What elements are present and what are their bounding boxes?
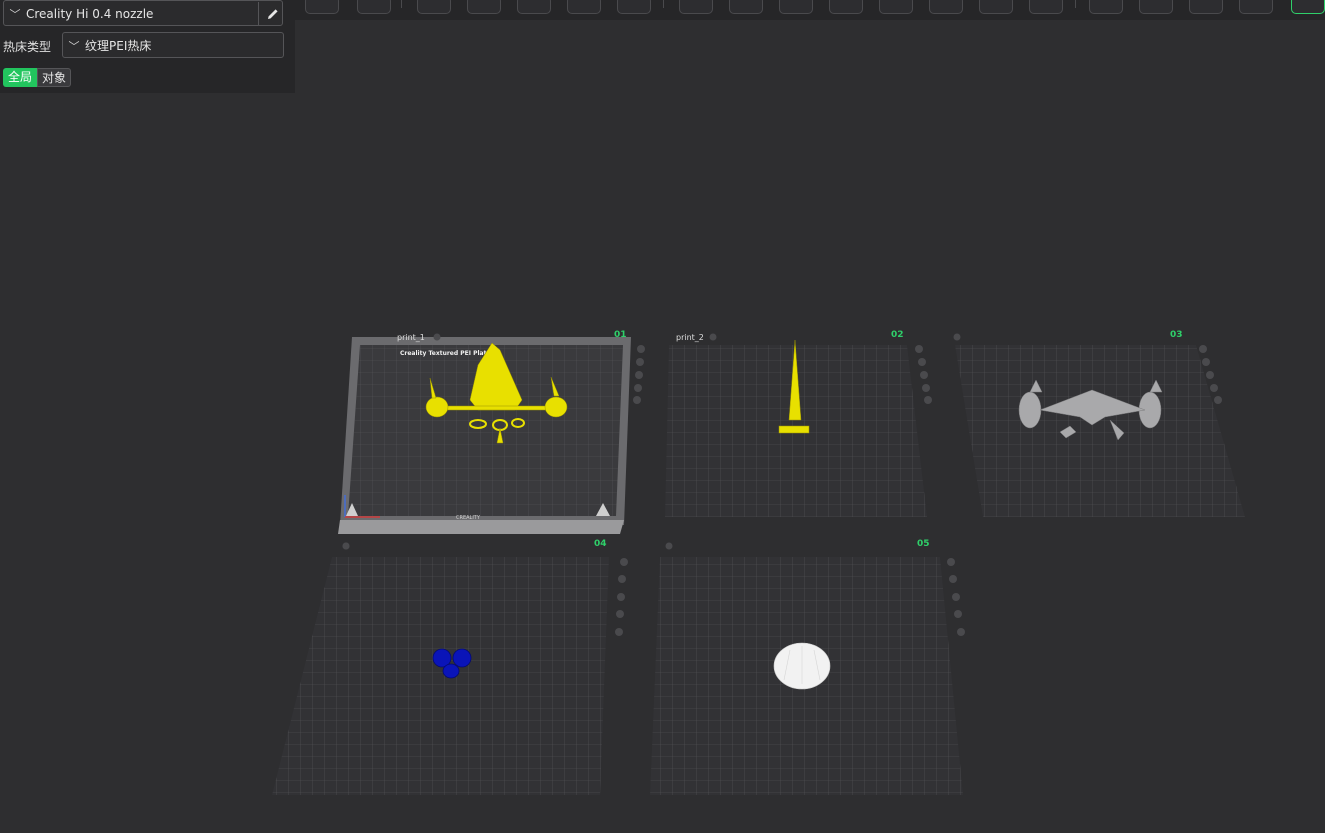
bed-brand-text: Creality Textured PEI Plate [400, 350, 491, 357]
plate-number: 01 [614, 330, 627, 340]
pencil-icon [268, 9, 278, 19]
scope-global-toggle[interactable]: 全局 [3, 68, 37, 87]
layout-icon[interactable] [567, 0, 601, 14]
plate-actions[interactable] [615, 558, 628, 636]
scale-icon[interactable] [779, 0, 813, 14]
keyboard-icon[interactable] [357, 0, 391, 14]
plate-lock-icon[interactable] [342, 542, 350, 550]
plate-05[interactable]: 05 [650, 539, 965, 795]
add-object-icon[interactable] [305, 0, 339, 14]
plate-03[interactable]: 03 [953, 330, 1246, 517]
edit-printer-button[interactable] [258, 2, 287, 26]
plate-04[interactable]: 04 [272, 539, 628, 795]
chevron-down-icon: ﹀ [68, 40, 80, 53]
cut-icon[interactable] [879, 0, 913, 14]
plate-lock-icon[interactable] [953, 333, 961, 341]
plate-number: 02 [891, 330, 904, 340]
bed-type-select[interactable]: ﹀ 纹理PEI热床 [62, 32, 284, 58]
top-toolbar [295, 0, 1325, 20]
orient-icon[interactable] [417, 0, 451, 14]
plate-actions[interactable] [915, 345, 932, 404]
text-icon[interactable] [1139, 0, 1173, 14]
slice-icon[interactable] [1291, 0, 1325, 14]
plate-actions[interactable] [947, 558, 965, 636]
chevron-down-icon: ﹀ [9, 8, 21, 21]
plate-lock-icon[interactable] [665, 542, 673, 550]
plate-actions[interactable] [633, 345, 645, 404]
plate-02[interactable]: print_2 02 [665, 330, 932, 517]
printer-preset-select[interactable]: ﹀ Creality Hi 0.4 nozzle [3, 0, 283, 26]
plate-label: print_2 [676, 333, 704, 342]
measure-icon[interactable] [1029, 0, 1063, 14]
model-object[interactable] [773, 642, 831, 690]
plate-label: print_1 [397, 333, 425, 342]
plate-number: 03 [1170, 330, 1183, 340]
grid-icon[interactable] [679, 0, 713, 14]
plate-number: 04 [594, 539, 607, 549]
bed-logo: CREALITY [456, 515, 481, 521]
support-paint-icon[interactable] [929, 0, 963, 14]
printer-preset-value: Creality Hi 0.4 nozzle [26, 7, 154, 21]
emboss-icon[interactable] [1089, 0, 1123, 14]
print-settings-panel: ﹀ Creality Hi 0.4 nozzle 热床类型 ﹀ 纹理PEI热床 全局… [0, 0, 295, 93]
auto-arrange-icon[interactable] [517, 0, 551, 14]
viewport-3d[interactable]: print_1 01 Creality Textured PEI Plate C… [0, 0, 1325, 833]
scope-object-toggle[interactable]: 对象 [37, 68, 71, 87]
view-icon[interactable] [1239, 0, 1273, 14]
seam-paint-icon[interactable] [979, 0, 1013, 14]
arrange-icon[interactable] [467, 0, 501, 14]
bed-type-value: 纹理PEI热床 [85, 39, 152, 53]
split-icon[interactable] [617, 0, 651, 14]
plate-icon[interactable] [1189, 0, 1223, 14]
plate-number: 05 [917, 539, 930, 549]
move-icon[interactable] [729, 0, 763, 14]
plate-lock-icon[interactable] [709, 333, 717, 341]
plate-01[interactable]: print_1 01 Creality Textured PEI Plate C… [338, 330, 645, 550]
plate-lock-icon[interactable] [433, 333, 441, 341]
bed-type-label: 热床类型 [3, 40, 52, 54]
rotate-icon[interactable] [829, 0, 863, 14]
